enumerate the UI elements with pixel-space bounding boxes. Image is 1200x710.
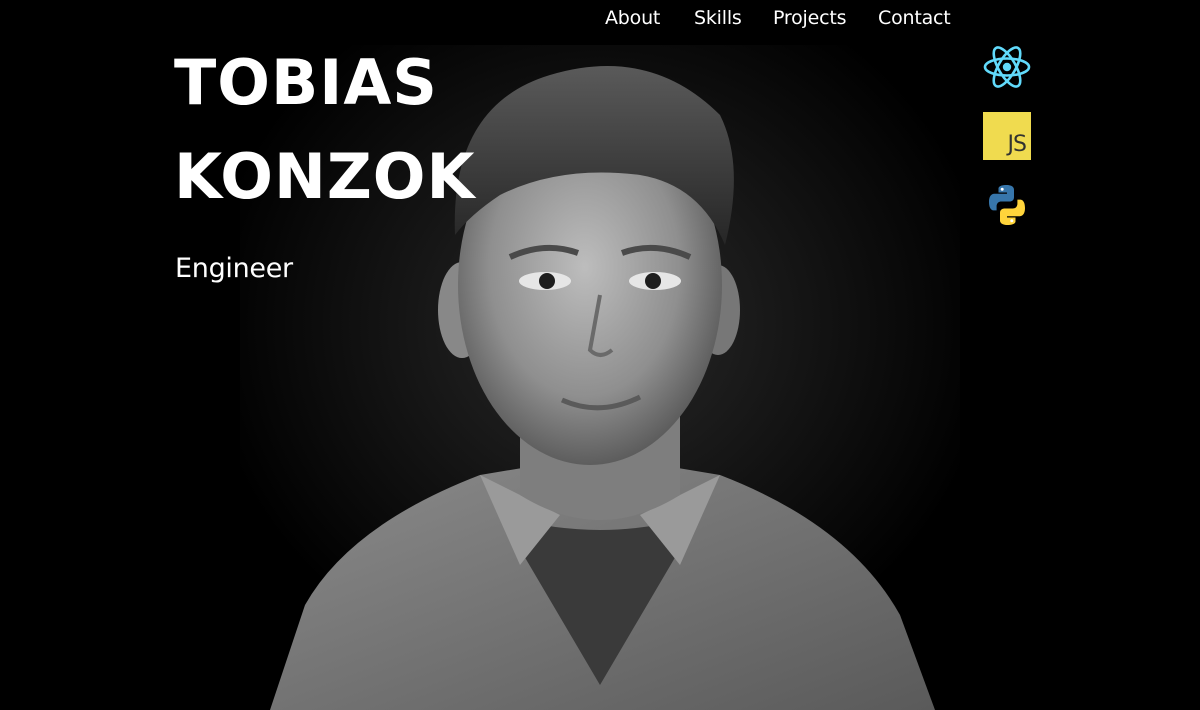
- hero-role-subtitle: Engineer: [175, 253, 293, 284]
- javascript-icon: JS: [983, 112, 1031, 160]
- hero-first-name: TOBIAS: [174, 46, 438, 119]
- skill-icons-column: JS: [983, 43, 1033, 250]
- hero-name-heading: TOBIAS KONZOK: [174, 36, 476, 224]
- nav-contact-link[interactable]: Contact: [878, 7, 951, 29]
- hero-last-name: KONZOK: [174, 140, 476, 213]
- nav-about-link[interactable]: About: [605, 7, 660, 29]
- nav-skills-link[interactable]: Skills: [694, 7, 742, 29]
- javascript-icon-label: JS: [1007, 132, 1027, 157]
- nav-projects-link[interactable]: Projects: [773, 7, 847, 29]
- react-icon: [983, 43, 1031, 91]
- top-navigation: About Skills Projects Contact: [0, 0, 1200, 40]
- python-icon: [983, 181, 1031, 229]
